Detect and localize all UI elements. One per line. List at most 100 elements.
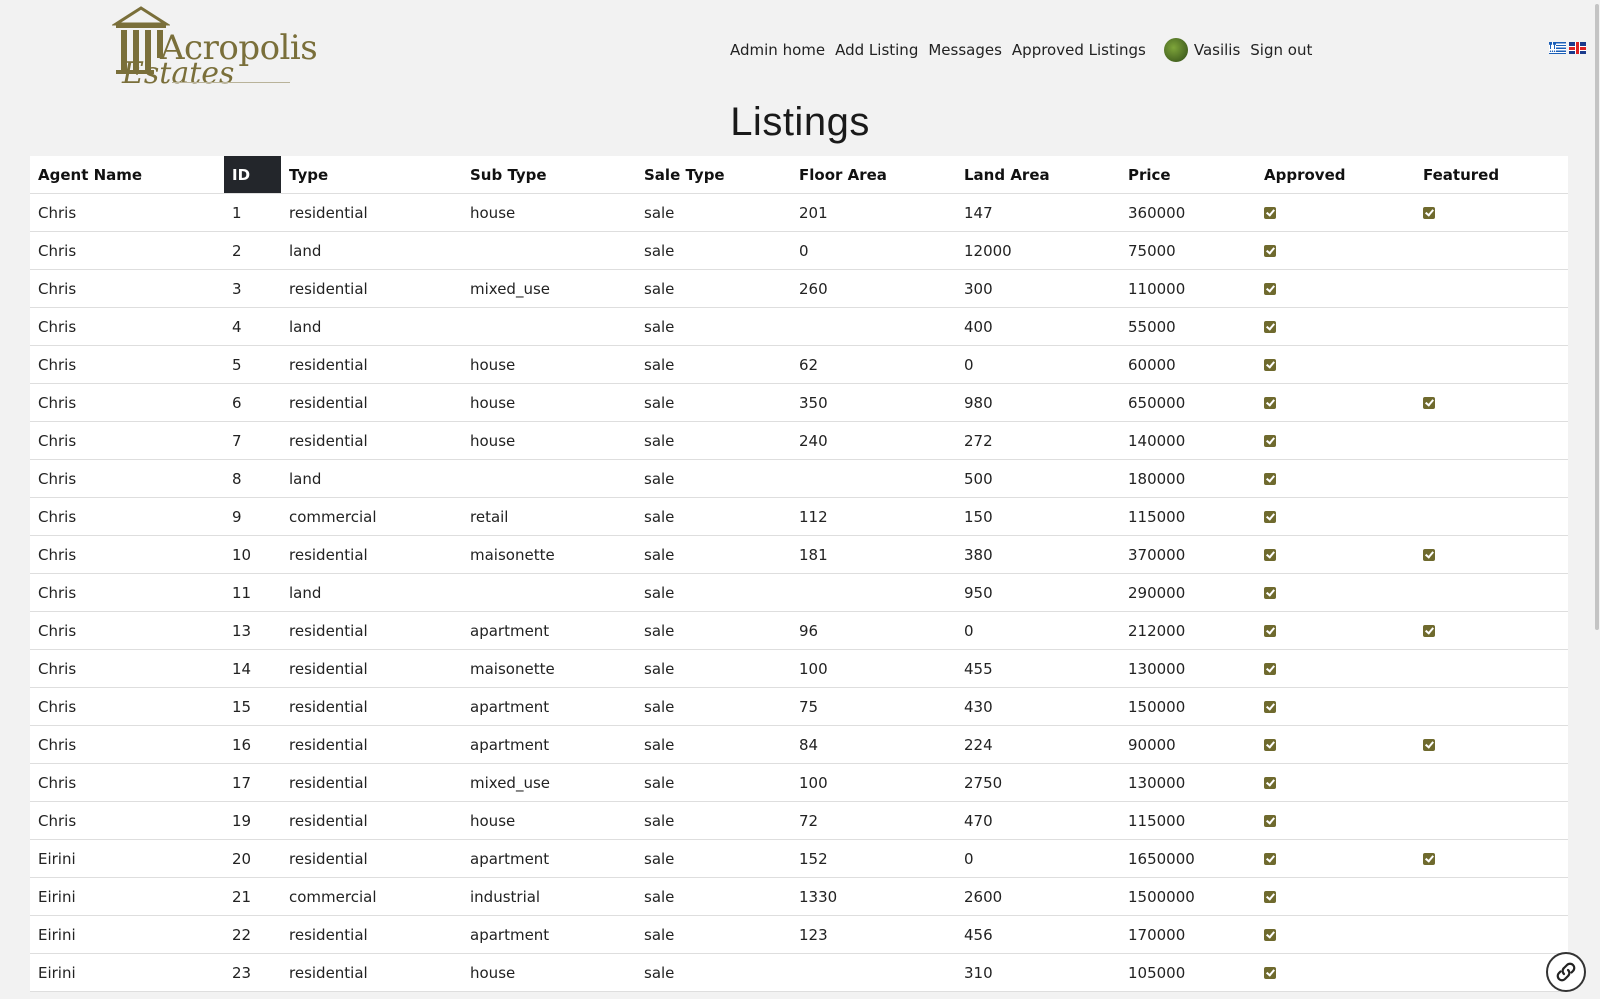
table-row[interactable]: Chris 4 land sale 400 55000 bbox=[30, 307, 1568, 346]
table-row[interactable]: Chris 3 residential mixed_use sale 260 300 1100… bbox=[30, 269, 1568, 308]
nav-approved-listings[interactable]: Approved Listings bbox=[1012, 41, 1146, 59]
cell-agent: Chris bbox=[30, 497, 224, 536]
featured-check-icon[interactable] bbox=[1423, 207, 1435, 219]
approved-check-icon[interactable] bbox=[1264, 891, 1276, 903]
logo-underline bbox=[172, 82, 290, 83]
table-row[interactable]: Chris 7 residential house sale 240 272 140000 bbox=[30, 421, 1568, 460]
featured-check-icon[interactable] bbox=[1423, 739, 1435, 751]
language-switcher bbox=[1549, 42, 1586, 54]
approved-check-icon[interactable] bbox=[1264, 207, 1276, 219]
approved-check-icon[interactable] bbox=[1264, 245, 1276, 257]
cell-sub-type: apartment bbox=[462, 687, 636, 726]
cell-agent: Chris bbox=[30, 687, 224, 726]
column-header-id[interactable]: ID bbox=[224, 156, 281, 194]
table-row[interactable]: Chris 8 land sale 500 180000 bbox=[30, 459, 1568, 498]
cell-type: land bbox=[281, 573, 462, 612]
table-row[interactable]: Chris 13 residential apartment sale 96 0 212000 bbox=[30, 611, 1568, 650]
featured-check-icon[interactable] bbox=[1423, 625, 1435, 637]
approved-check-icon[interactable] bbox=[1264, 473, 1276, 485]
cell-approved bbox=[1256, 383, 1415, 422]
cell-approved bbox=[1256, 307, 1415, 346]
table-row[interactable]: Chris 2 land sale 0 12000 75000 bbox=[30, 231, 1568, 270]
approved-check-icon[interactable] bbox=[1264, 739, 1276, 751]
user-name[interactable]: Vasilis bbox=[1194, 41, 1240, 59]
table-row[interactable]: Eirini 22 residential apartment sale 123 456 17… bbox=[30, 915, 1568, 954]
column-header-floor-area[interactable]: Floor Area bbox=[791, 156, 956, 194]
cell-sale-type: sale bbox=[636, 877, 791, 916]
column-header-approved[interactable]: Approved bbox=[1256, 156, 1415, 194]
cell-featured bbox=[1415, 497, 1568, 536]
cell-sale-type: sale bbox=[636, 953, 791, 992]
approved-check-icon[interactable] bbox=[1264, 321, 1276, 333]
table-body: Chris 1 residential house sale 201 147 360000 Ch… bbox=[30, 193, 1568, 992]
brand-logo[interactable]: Acropolis Estates bbox=[112, 6, 318, 96]
table-row[interactable]: Eirini 23 residential house sale 310 105000 bbox=[30, 953, 1568, 992]
greek-flag-icon[interactable] bbox=[1549, 42, 1566, 54]
approved-check-icon[interactable] bbox=[1264, 359, 1276, 371]
table-header-row: Agent Name ID Type Sub Type Sale Type Floor A… bbox=[30, 156, 1568, 194]
table-row[interactable]: Chris 14 residential maisonette sale 100 455 13… bbox=[30, 649, 1568, 688]
approved-check-icon[interactable] bbox=[1264, 549, 1276, 561]
cell-approved bbox=[1256, 915, 1415, 954]
column-header-sale-type[interactable]: Sale Type bbox=[636, 156, 791, 194]
cell-sale-type: sale bbox=[636, 193, 791, 232]
table-row[interactable]: Chris 15 residential apartment sale 75 430 1500… bbox=[30, 687, 1568, 726]
cell-sale-type: sale bbox=[636, 459, 791, 498]
scrollbar-thumb[interactable] bbox=[1595, 4, 1599, 630]
table-row[interactable]: Chris 17 residential mixed_use sale 100 2750 13… bbox=[30, 763, 1568, 802]
column-header-type[interactable]: Type bbox=[281, 156, 462, 194]
approved-check-icon[interactable] bbox=[1264, 967, 1276, 979]
approved-check-icon[interactable] bbox=[1264, 777, 1276, 789]
approved-check-icon[interactable] bbox=[1264, 929, 1276, 941]
table-row[interactable]: Chris 19 residential house sale 72 470 115000 bbox=[30, 801, 1568, 840]
table-row[interactable]: Chris 6 residential house sale 350 980 650000 bbox=[30, 383, 1568, 422]
approved-check-icon[interactable] bbox=[1264, 815, 1276, 827]
column-header-agent-name[interactable]: Agent Name bbox=[30, 156, 224, 194]
column-header-sub-type[interactable]: Sub Type bbox=[462, 156, 636, 194]
uk-flag-icon[interactable] bbox=[1569, 42, 1586, 54]
featured-check-icon[interactable] bbox=[1423, 549, 1435, 561]
user-menu[interactable]: Vasilis bbox=[1163, 38, 1240, 62]
table-row[interactable]: Chris 16 residential apartment sale 84 224 9000… bbox=[30, 725, 1568, 764]
approved-check-icon[interactable] bbox=[1264, 587, 1276, 599]
approved-check-icon[interactable] bbox=[1264, 663, 1276, 675]
table-row[interactable]: Eirini 20 residential apartment sale 152 0 1650… bbox=[30, 839, 1568, 878]
featured-check-icon[interactable] bbox=[1423, 397, 1435, 409]
cell-approved bbox=[1256, 953, 1415, 992]
table-row[interactable]: Chris 10 residential maisonette sale 181 380 37… bbox=[30, 535, 1568, 574]
featured-check-icon[interactable] bbox=[1423, 853, 1435, 865]
nav-add-listing[interactable]: Add Listing bbox=[835, 41, 918, 59]
nav-admin-home[interactable]: Admin home bbox=[730, 41, 825, 59]
chat-button[interactable] bbox=[1546, 952, 1586, 992]
approved-check-icon[interactable] bbox=[1264, 283, 1276, 295]
site-header: Acropolis Estates Admin home Add Listing… bbox=[0, 0, 1600, 100]
table-row[interactable]: Chris 5 residential house sale 62 0 60000 bbox=[30, 345, 1568, 384]
column-header-land-area[interactable]: Land Area bbox=[956, 156, 1120, 194]
approved-check-icon[interactable] bbox=[1264, 625, 1276, 637]
cell-price: 115000 bbox=[1120, 497, 1256, 536]
cell-id: 23 bbox=[224, 953, 281, 992]
sign-out-link[interactable]: Sign out bbox=[1250, 41, 1312, 59]
approved-check-icon[interactable] bbox=[1264, 397, 1276, 409]
nav-messages[interactable]: Messages bbox=[928, 41, 1002, 59]
table-row[interactable]: Chris 9 commercial retail sale 112 150 115000 bbox=[30, 497, 1568, 536]
cell-approved bbox=[1256, 231, 1415, 270]
table-row[interactable]: Chris 11 land sale 950 290000 bbox=[30, 573, 1568, 612]
cell-floor-area: 75 bbox=[791, 687, 956, 726]
approved-check-icon[interactable] bbox=[1264, 853, 1276, 865]
column-header-featured[interactable]: Featured bbox=[1415, 156, 1568, 194]
listings-table-container: Agent Name ID Type Sub Type Sale Type Floor A… bbox=[30, 156, 1568, 992]
cell-sale-type: sale bbox=[636, 611, 791, 650]
cell-approved bbox=[1256, 269, 1415, 308]
approved-check-icon[interactable] bbox=[1264, 435, 1276, 447]
cell-price: 60000 bbox=[1120, 345, 1256, 384]
cell-price: 370000 bbox=[1120, 535, 1256, 574]
cell-featured bbox=[1415, 269, 1568, 308]
column-header-price[interactable]: Price bbox=[1120, 156, 1256, 194]
approved-check-icon[interactable] bbox=[1264, 511, 1276, 523]
cell-land-area: 456 bbox=[956, 915, 1120, 954]
cell-price: 650000 bbox=[1120, 383, 1256, 422]
table-row[interactable]: Eirini 21 commercial industrial sale 1330 2600… bbox=[30, 877, 1568, 916]
table-row[interactable]: Chris 1 residential house sale 201 147 360000 bbox=[30, 193, 1568, 232]
approved-check-icon[interactable] bbox=[1264, 701, 1276, 713]
